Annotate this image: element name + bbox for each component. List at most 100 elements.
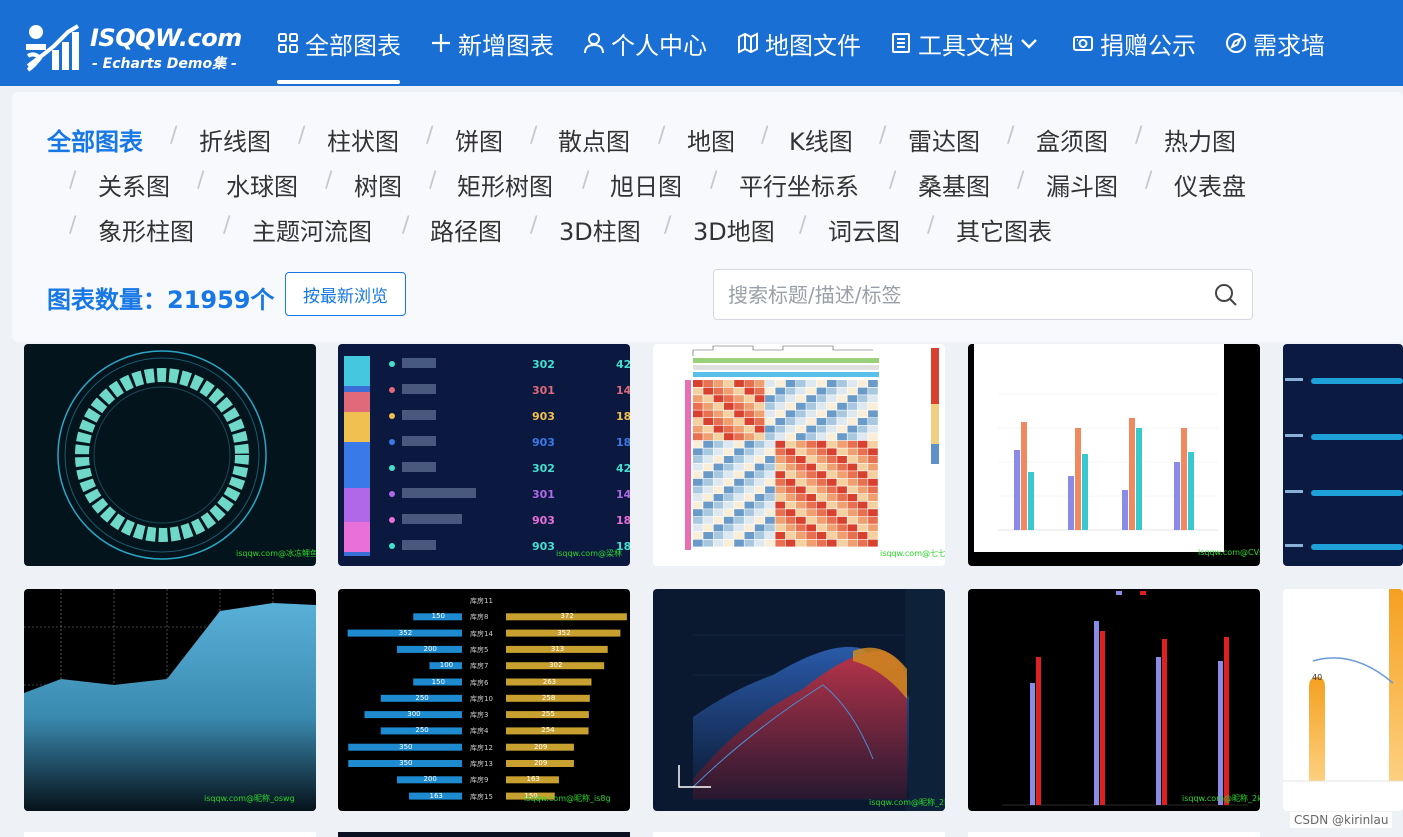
category-bar[interactable]: 柱状图 <box>327 122 399 157</box>
right-bar-value: 163 <box>526 775 540 784</box>
heatmap-cell <box>734 402 744 410</box>
category-gauge[interactable]: 仪表盘 <box>1174 167 1246 202</box>
heatmap-cell <box>703 471 713 479</box>
heatmap-cell <box>765 532 775 539</box>
chart-card[interactable]: isqqw.com@昵称_oswg <box>24 589 316 811</box>
chart-card[interactable] <box>968 832 1260 837</box>
heatmap-cell <box>837 402 847 410</box>
category-map[interactable]: 地图 <box>687 122 735 157</box>
heatmap-cell <box>703 539 713 547</box>
category-others[interactable]: 其它图表 <box>956 212 1052 247</box>
heatmap-cell <box>857 539 868 547</box>
category-themeriver[interactable]: 主题河流图 <box>252 212 372 247</box>
heatmap-cell <box>837 387 847 395</box>
chart-card[interactable]: 302 301 903 903 302 301 903 903 42. 14. … <box>338 344 630 566</box>
search-input[interactable] <box>728 270 1198 319</box>
nav-all-charts[interactable]: 全部图表 <box>277 0 401 86</box>
right-bar-value: 352 <box>557 628 571 637</box>
chart-card[interactable] <box>1283 344 1403 566</box>
category-radar[interactable]: 雷达图 <box>908 122 980 157</box>
heatmap-cell <box>713 410 724 418</box>
heatmap-cell <box>816 425 827 433</box>
nav-tool-docs[interactable]: 工具文档 <box>890 0 1046 86</box>
category-graph[interactable]: 关系图 <box>98 167 170 202</box>
category-pie[interactable]: 饼图 <box>455 122 503 157</box>
chart-card[interactable] <box>24 832 316 837</box>
category-map3d[interactable]: 3D地图 <box>693 212 775 247</box>
chart-card[interactable]: isqqw.com@冰冻鲤鱼 <box>24 344 316 566</box>
logo-subtitle: - Echarts Demo集 - <box>92 56 237 72</box>
category-wordcloud[interactable]: 词云图 <box>828 212 900 247</box>
heatmap-cell <box>713 509 724 517</box>
heatmap-cell <box>785 456 796 463</box>
chart-card[interactable]: 40 <box>1283 589 1403 811</box>
category-scatter[interactable]: 散点图 <box>558 122 630 157</box>
heatmap-cell <box>806 478 816 486</box>
heatmap-cell <box>816 387 827 395</box>
nav-user-center[interactable]: 个人中心 <box>583 0 707 86</box>
chart-card[interactable]: isqqw.com@七七七 <box>653 344 945 566</box>
heatmap-cell <box>826 532 837 539</box>
category-kline[interactable]: K线图 <box>789 122 853 157</box>
heatmap-cell <box>847 387 858 395</box>
heatmap-cell <box>713 471 724 479</box>
category-tree[interactable]: 树图 <box>354 167 402 202</box>
heatmap-cell <box>857 456 868 463</box>
heatmap-cell <box>816 380 827 387</box>
category-boxplot[interactable]: 盒须图 <box>1036 122 1108 157</box>
site-logo[interactable]: ISQQW.com - Echarts Demo集 - <box>24 20 254 74</box>
heatmap-cell <box>868 410 878 418</box>
heatmap-cell <box>847 410 858 418</box>
chart-card[interactable]: isqqw.com@昵称_2k6p <box>653 589 945 811</box>
heatmap-cell <box>754 509 765 517</box>
heatmap-cell <box>826 516 837 524</box>
right-bar-value: 263 <box>542 677 557 686</box>
rank-value: 301 <box>532 384 555 397</box>
heatmap-cell <box>806 433 816 441</box>
chart-card[interactable] <box>338 832 630 837</box>
category-parallel[interactable]: 平行坐标系 <box>739 167 859 202</box>
heatmap-cell <box>734 425 744 433</box>
heatmap-cell <box>826 433 837 441</box>
left-bar-value: 300 <box>407 710 421 719</box>
category-liquidfill[interactable]: 水球图 <box>226 167 298 202</box>
category-all[interactable]: 全部图表 <box>47 122 143 157</box>
category-bar3d[interactable]: 3D柱图 <box>559 212 641 247</box>
category-heatmap[interactable]: 热力图 <box>1164 122 1236 157</box>
nav-demand-wall[interactable]: 需求墙 <box>1225 0 1325 86</box>
category-sunburst[interactable]: 旭日图 <box>610 167 682 202</box>
row-label: 库房4 <box>470 727 489 736</box>
heatmap-cell <box>775 395 786 403</box>
right-bar-value: 209 <box>533 742 548 751</box>
sort-latest-button[interactable]: 按最新浏览 <box>285 272 406 316</box>
heatmap-cell <box>857 478 868 486</box>
heatmap-cell <box>775 440 786 448</box>
search-icon[interactable] <box>1214 283 1238 307</box>
heatmap-cell <box>857 516 868 524</box>
nav-add-chart[interactable]: 新增图表 <box>430 0 554 86</box>
category-lines[interactable]: 路径图 <box>430 212 502 247</box>
chart-card[interactable]: 库房11 库房8 150 372 库房14 352 352 库房5 200 313 库房7 100 30… <box>338 589 630 811</box>
nav-donate[interactable]: 捐赠公示 <box>1072 0 1196 86</box>
heatmap-cell <box>775 539 786 547</box>
chart-card[interactable] <box>653 832 945 837</box>
left-bar-value: 250 <box>415 726 429 735</box>
heatmap-cell <box>857 425 868 433</box>
heatmap-cell <box>765 471 775 479</box>
heatmap-cell <box>703 433 713 441</box>
category-sankey[interactable]: 桑基图 <box>918 167 990 202</box>
nav-map-files[interactable]: 地图文件 <box>737 0 861 86</box>
category-line[interactable]: 折线图 <box>199 122 271 157</box>
separator: / <box>761 123 769 148</box>
heatmap-cell <box>713 501 724 509</box>
category-pictorialbar[interactable]: 象形柱图 <box>98 212 194 247</box>
chart-card[interactable]: isqqw.com@昵称_2k6p <box>968 589 1260 811</box>
chart-card[interactable]: isqqw.com@CVs <box>968 344 1260 566</box>
heatmap-cell <box>754 456 765 463</box>
category-funnel[interactable]: 漏斗图 <box>1046 167 1118 202</box>
heatmap-cell <box>806 532 816 539</box>
heatmap-cell <box>816 516 827 524</box>
category-treemap[interactable]: 矩形树图 <box>457 167 553 202</box>
heatmap-cell <box>765 410 775 418</box>
heatmap-cell <box>744 410 755 418</box>
